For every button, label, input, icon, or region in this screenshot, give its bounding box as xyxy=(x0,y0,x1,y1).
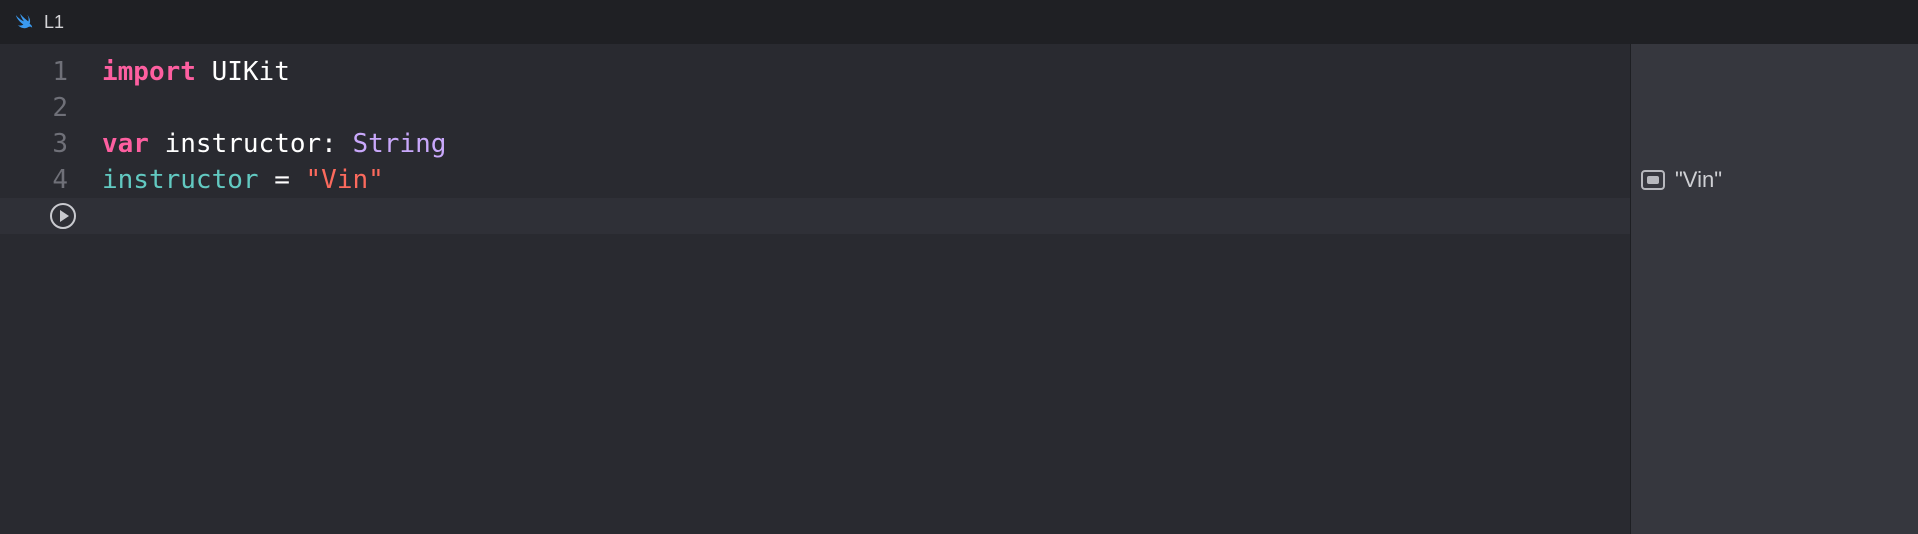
code-line[interactable] xyxy=(102,90,1630,126)
code-line[interactable]: instructor = "Vin" xyxy=(102,162,1630,198)
current-line-highlight xyxy=(0,198,1630,234)
result-spacer xyxy=(1631,90,1918,126)
line-number: 3 xyxy=(0,126,88,162)
main-area: 1 2 3 4 import UIKit var instructor: Str… xyxy=(0,44,1918,534)
results-pane: "Vin" xyxy=(1630,44,1918,534)
result-spacer xyxy=(1631,54,1918,90)
line-number: 1 xyxy=(0,54,88,90)
code-line[interactable]: import UIKit xyxy=(102,54,1630,90)
play-icon[interactable] xyxy=(50,203,76,229)
editor-pane[interactable]: 1 2 3 4 import UIKit var instructor: Str… xyxy=(0,44,1630,534)
result-spacer xyxy=(1631,126,1918,162)
gutter: 1 2 3 4 xyxy=(0,44,88,534)
line-number: 2 xyxy=(0,90,88,126)
file-title: L1 xyxy=(44,12,64,33)
result-value: "Vin" xyxy=(1675,167,1722,193)
titlebar: L1 xyxy=(0,0,1918,44)
swift-icon xyxy=(14,12,34,32)
line-number: 4 xyxy=(0,162,88,198)
code-area[interactable]: import UIKit var instructor: String inst… xyxy=(102,54,1630,198)
code-line[interactable]: var instructor: String xyxy=(102,126,1630,162)
quicklook-icon[interactable] xyxy=(1641,170,1665,190)
result-row[interactable]: "Vin" xyxy=(1631,162,1918,198)
